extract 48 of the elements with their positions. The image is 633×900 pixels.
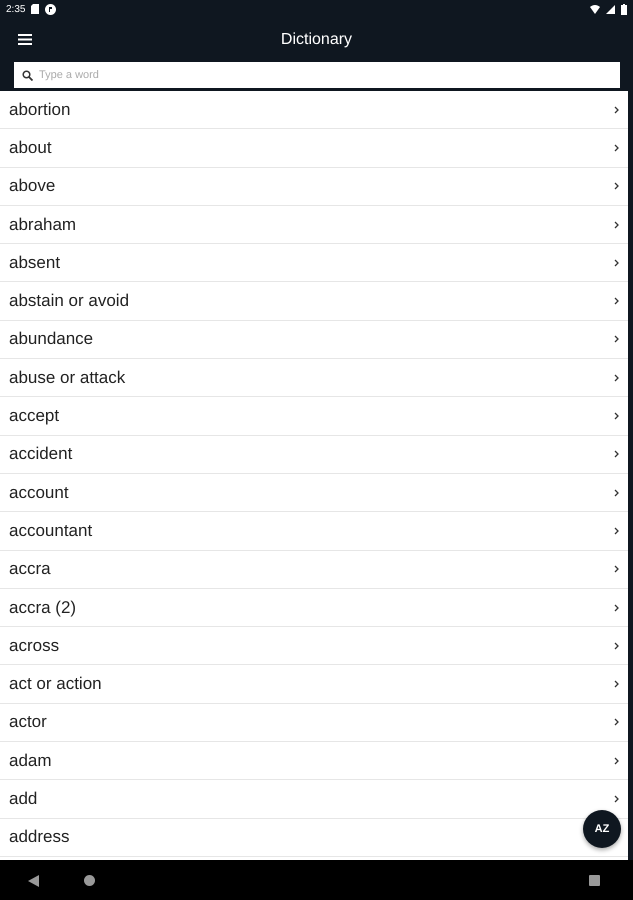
chevron-icon (614, 526, 619, 535)
chevron-icon (614, 220, 619, 229)
app-icon (45, 4, 56, 14)
chevron-icon (614, 297, 619, 306)
app-title: Dictionary (280, 31, 352, 49)
chevron-icon (614, 106, 619, 114)
word-list-item[interactable]: abraham (0, 206, 628, 244)
chevron-icon (614, 374, 619, 382)
chevron-icon (614, 450, 619, 458)
chevron-icon (614, 488, 619, 497)
word-list-item[interactable]: accountant (0, 512, 628, 551)
chevron-icon (614, 794, 619, 803)
word-list-item[interactable]: account (0, 474, 628, 512)
battery-icon (621, 4, 627, 14)
chevron-icon (614, 144, 619, 152)
word-list-item[interactable]: absent (0, 244, 628, 282)
home-icon[interactable] (84, 875, 95, 886)
chevron-icon (614, 565, 619, 574)
word-list-item[interactable]: accept (0, 397, 628, 436)
menu-icon[interactable] (18, 33, 32, 46)
chevron-icon (614, 756, 619, 765)
back-icon[interactable] (28, 875, 39, 887)
word-list-item[interactable]: about (0, 129, 628, 168)
chevron-icon (614, 182, 619, 190)
chevron-icon (614, 642, 619, 650)
chevron-icon (614, 258, 619, 267)
sd-card-icon (31, 4, 40, 14)
chevron-icon (614, 412, 619, 420)
signal-icon (606, 4, 615, 14)
search-field[interactable]: Type a word (14, 62, 620, 88)
chevron-icon (614, 335, 619, 344)
wifi-icon (590, 4, 600, 14)
word-list-item[interactable]: accra (2) (0, 588, 628, 628)
word-list-item[interactable]: accident (0, 436, 628, 474)
chevron-icon (614, 604, 619, 612)
word-list-item[interactable]: adam (0, 742, 628, 780)
word-list-item[interactable]: abundance (0, 320, 628, 360)
word-list-item[interactable]: abortion (0, 91, 628, 130)
word-list-item[interactable]: abuse or attack (0, 359, 628, 398)
word-list-item[interactable]: accra (0, 550, 628, 589)
word-list-item[interactable]: actor (0, 704, 628, 742)
word-list-item[interactable]: above (0, 168, 628, 206)
chevron-icon (614, 718, 619, 726)
word-list-item[interactable]: abstain or avoid (0, 282, 628, 321)
chevron-icon (614, 680, 619, 688)
word-list-item[interactable]: act or action (0, 665, 628, 704)
word-list-item[interactable]: across (0, 627, 628, 666)
status-time: 2:35 (6, 4, 26, 14)
